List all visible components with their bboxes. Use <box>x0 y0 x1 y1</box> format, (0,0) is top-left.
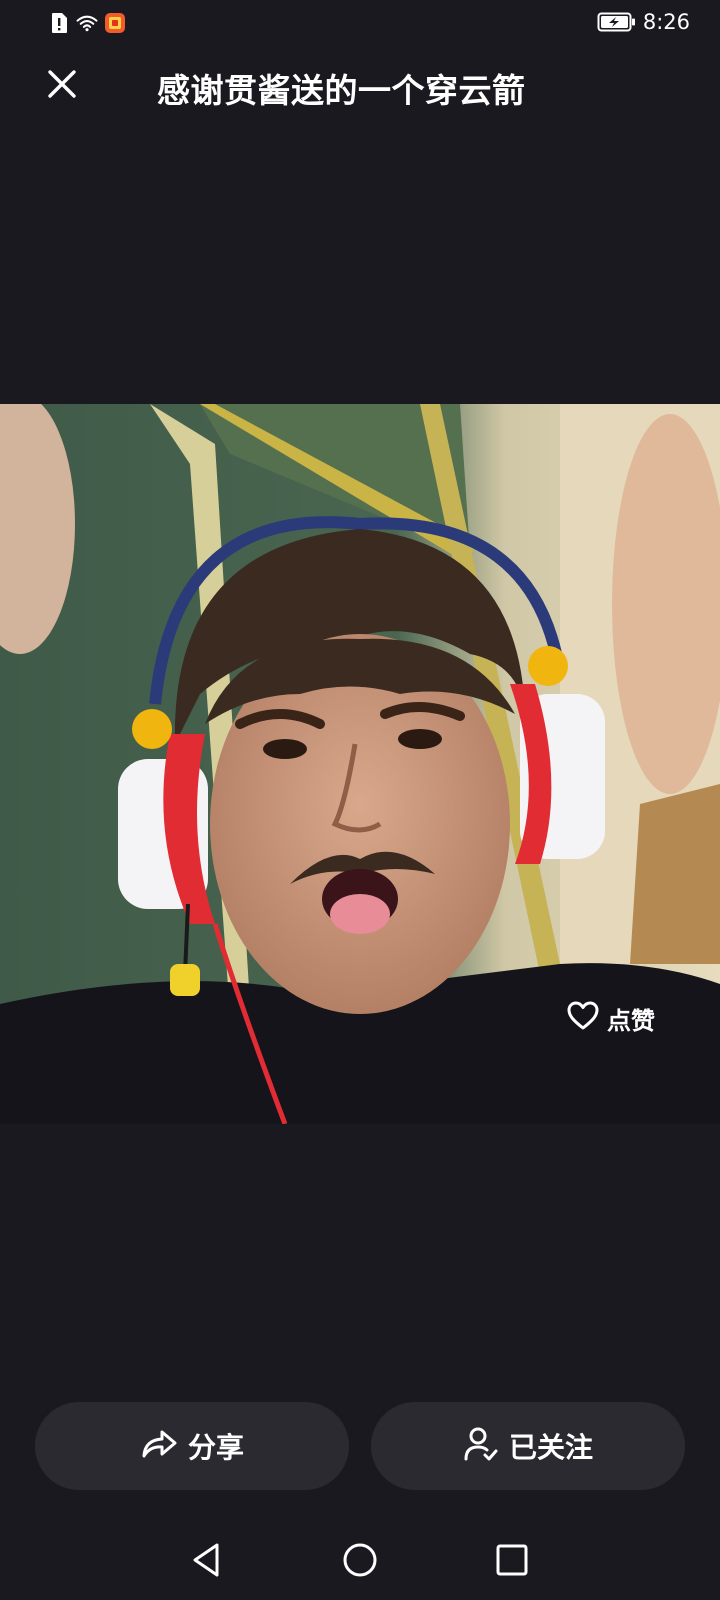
heart-icon <box>567 1001 599 1035</box>
back-triangle-icon <box>189 1541 223 1583</box>
nav-recent-button[interactable] <box>488 1538 536 1586</box>
close-button[interactable] <box>38 62 86 110</box>
status-left-icons <box>48 12 126 34</box>
status-time: 8:26 <box>642 10 690 34</box>
like-label: 点赞 <box>607 1006 655 1035</box>
header: 感谢贯酱送的一个穿云箭 <box>0 52 720 124</box>
follow-label: 已关注 <box>508 1431 593 1464</box>
share-arrow-icon <box>140 1428 178 1464</box>
share-label: 分享 <box>187 1431 244 1464</box>
share-button[interactable]: 分享 <box>35 1402 349 1490</box>
sim-alert-icon <box>48 12 70 34</box>
status-right: 8:26 <box>597 10 690 34</box>
navigation-bar <box>0 1520 720 1600</box>
battery-charging-icon <box>597 11 637 33</box>
follow-button[interactable]: 已关注 <box>371 1402 685 1490</box>
nav-home-button[interactable] <box>336 1538 384 1586</box>
wifi-icon <box>76 12 98 34</box>
nav-back-button[interactable] <box>182 1538 230 1586</box>
status-bar: 8:26 <box>0 0 720 48</box>
recent-square-icon <box>495 1543 529 1581</box>
close-icon <box>46 68 78 104</box>
user-check-icon <box>463 1426 499 1466</box>
page-title: 感谢贯酱送的一个穿云箭 <box>157 71 526 110</box>
like-button[interactable]: 点赞 <box>538 982 684 1054</box>
home-circle-icon <box>341 1541 379 1583</box>
app-notification-icon <box>104 12 126 34</box>
